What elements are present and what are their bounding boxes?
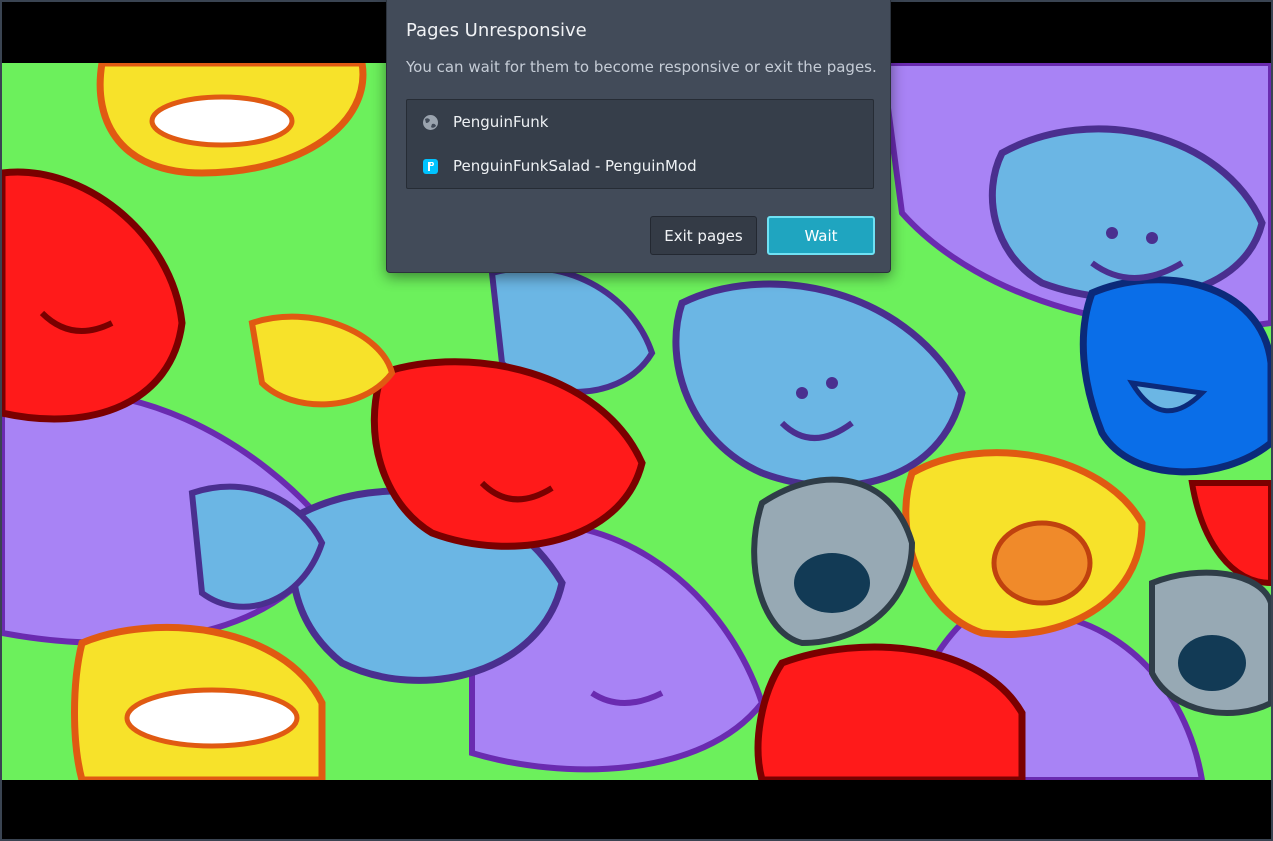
wait-button[interactable]: Wait [767, 216, 875, 255]
dialog-title: Pages Unresponsive [406, 20, 587, 41]
exit-pages-button[interactable]: Exit pages [650, 216, 757, 255]
page-list: PenguinFunk PenguinFunkSalad - PenguinMo… [406, 99, 874, 189]
globe-icon [421, 113, 439, 131]
list-item[interactable]: PenguinFunk [407, 100, 873, 144]
unresponsive-dialog: Pages Unresponsive You can wait for them… [386, 0, 891, 273]
list-item[interactable]: PenguinFunkSalad - PenguinMod [407, 144, 873, 188]
page-label: PenguinFunk [453, 113, 549, 131]
penguinmod-icon [421, 157, 439, 175]
dialog-message: You can wait for them to become responsi… [406, 58, 877, 76]
page-label: PenguinFunkSalad - PenguinMod [453, 157, 697, 175]
